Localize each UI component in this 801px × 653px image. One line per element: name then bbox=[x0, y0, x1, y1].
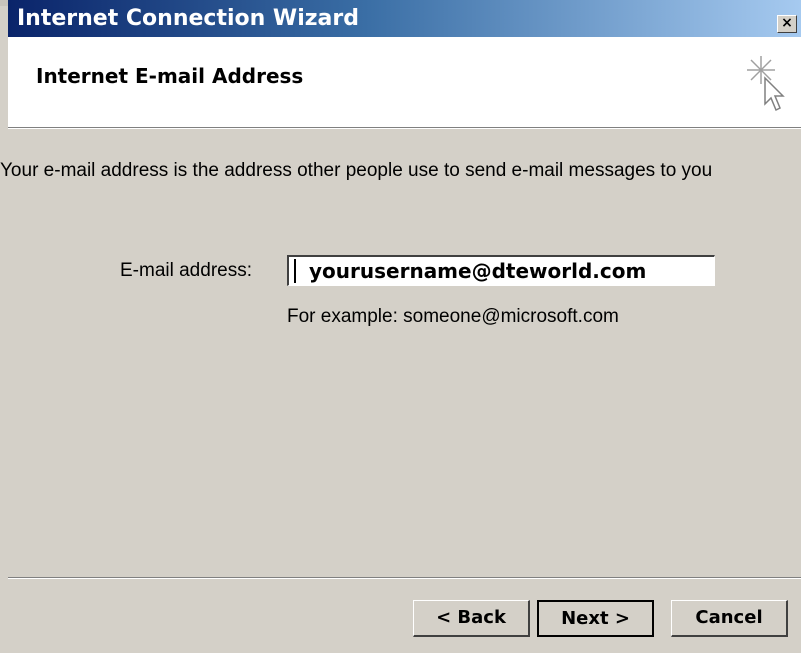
close-icon: × bbox=[781, 15, 793, 31]
close-button[interactable]: × bbox=[777, 15, 797, 33]
cancel-button[interactable]: Cancel bbox=[671, 600, 788, 637]
back-button[interactable]: < Back bbox=[413, 600, 530, 637]
wizard-header: Internet E-mail Address bbox=[8, 37, 801, 127]
footer-divider bbox=[8, 577, 801, 579]
wizard-window: Internet Connection Wizard × Internet E-… bbox=[0, 0, 801, 653]
example-text: For example: someone@microsoft.com bbox=[287, 306, 619, 327]
header-divider bbox=[8, 127, 801, 129]
email-label: E-mail address: bbox=[120, 260, 252, 281]
title-bar[interactable]: Internet Connection Wizard × bbox=[8, 0, 801, 37]
page-title: Internet E-mail Address bbox=[36, 64, 304, 88]
intro-text: Your e-mail address is the address other… bbox=[0, 160, 713, 181]
next-button[interactable]: Next > bbox=[537, 600, 654, 637]
email-field[interactable] bbox=[287, 255, 715, 286]
wizard-cursor-icon bbox=[747, 56, 785, 112]
window-title: Internet Connection Wizard bbox=[17, 6, 359, 31]
text-caret bbox=[294, 259, 296, 283]
